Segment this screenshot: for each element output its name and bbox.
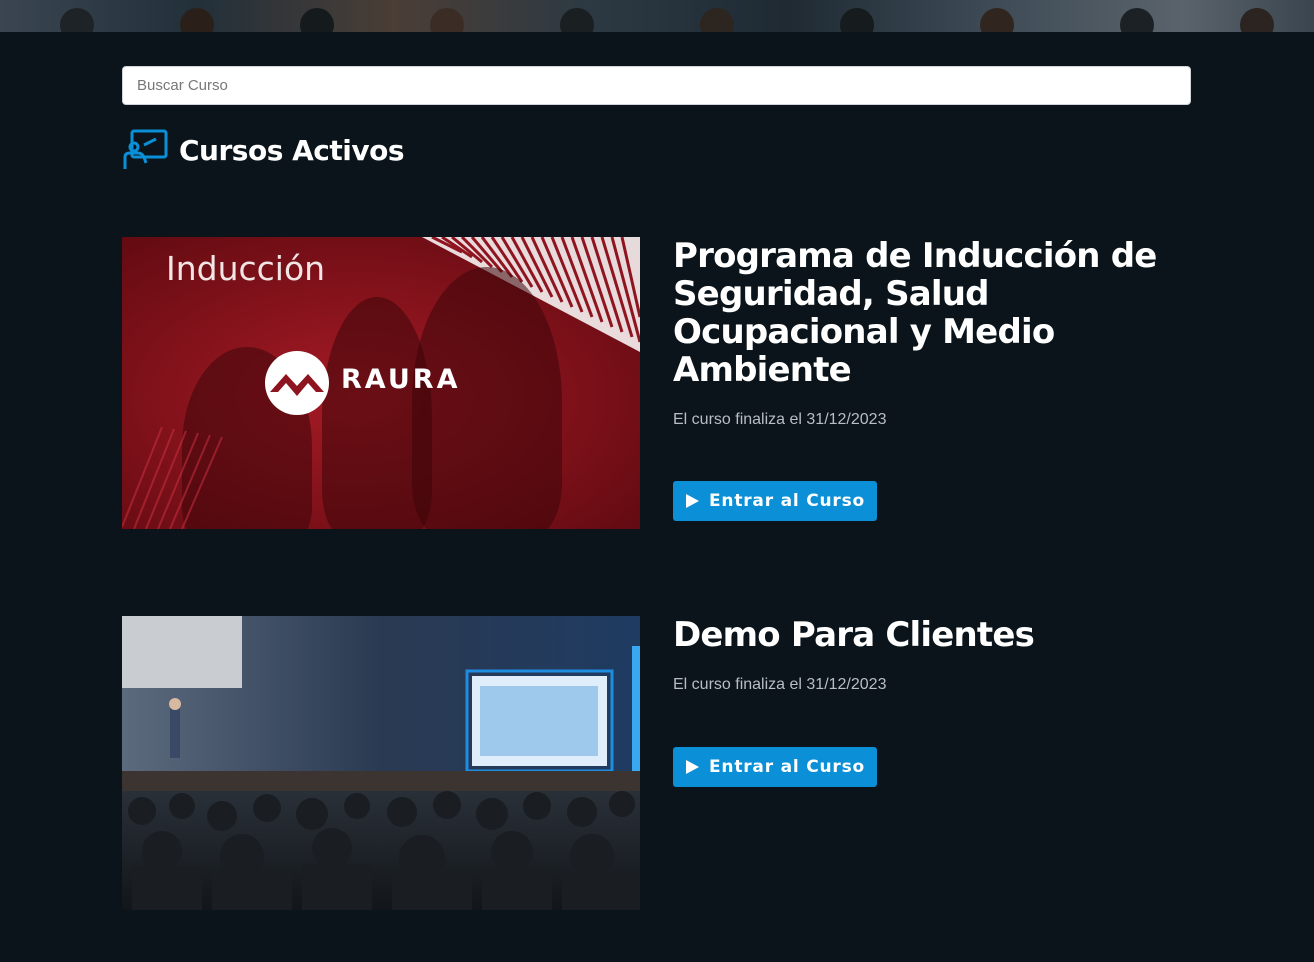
course-end-date: El curso finaliza el 31/12/2023	[673, 411, 887, 428]
course-thumbnail[interactable]	[122, 616, 640, 910]
thumbnail-label: Inducción	[166, 249, 326, 288]
enter-course-button[interactable]: Entrar al Curso	[673, 747, 877, 787]
conference-photo	[122, 616, 640, 910]
course-card: Demo Para Clientes El curso finaliza el …	[122, 616, 1191, 910]
enter-course-button[interactable]: Entrar al Curso	[673, 481, 877, 521]
raura-brand-text: RAURA	[341, 364, 461, 395]
enter-course-label: Entrar al Curso	[709, 757, 865, 777]
search-bar	[122, 66, 1191, 105]
course-end-date: El curso finaliza el 31/12/2023	[673, 676, 887, 693]
raura-mountain-icon	[265, 351, 329, 415]
section-title: Cursos Activos	[179, 133, 405, 167]
course-card: Inducción RAURA Programa de Inducción de…	[122, 237, 1191, 529]
raura-logo: RAURA	[264, 350, 500, 416]
course-title: Programa de Inducción de Seguridad, Salu…	[673, 236, 1157, 390]
course-title: Demo Para Clientes	[673, 615, 1035, 655]
enter-course-label: Entrar al Curso	[709, 491, 865, 511]
course-info: Programa de Inducción de Seguridad, Salu…	[673, 237, 1191, 429]
section-header: Cursos Activos	[122, 128, 405, 172]
course-thumbnail[interactable]: Inducción RAURA	[122, 237, 640, 529]
course-info: Demo Para Clientes El curso finaliza el …	[673, 616, 1191, 694]
search-input[interactable]	[122, 66, 1191, 105]
presentation-board-icon	[123, 129, 168, 169]
play-icon	[686, 494, 699, 508]
play-icon	[686, 760, 699, 774]
top-banner-image	[0, 0, 1314, 32]
